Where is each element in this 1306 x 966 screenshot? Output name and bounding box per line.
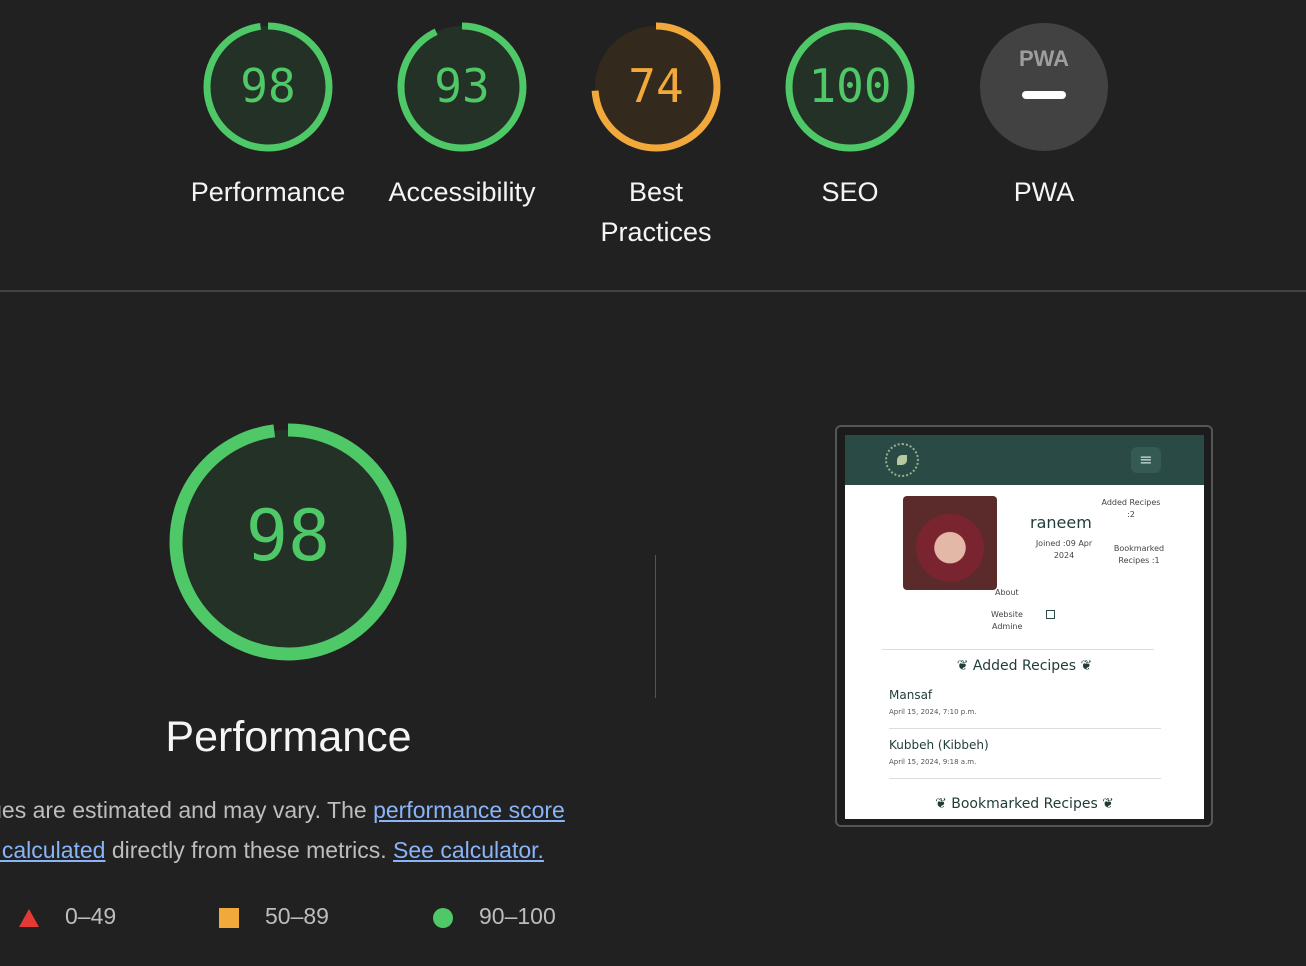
- gauge-seo-label: SEO: [821, 177, 879, 207]
- bookmarked-recipes-count: Bookmarked Recipes :1: [1113, 544, 1165, 565]
- divider: [889, 728, 1161, 729]
- gauge-best-practices-label-line1: Best: [628, 177, 684, 207]
- recipe-date: April 15, 2024, 7:10 p.m.: [889, 708, 977, 716]
- pwa-badge-text: PWA: [1019, 46, 1069, 71]
- gauge-accessibility-score: 93: [434, 59, 489, 113]
- recipe-date: April 15, 2024, 9:18 a.m.: [889, 758, 977, 766]
- gauge-pwa[interactable]: PWA PWA: [949, 22, 1139, 212]
- gauge-accessibility-label: Accessibility: [388, 177, 536, 207]
- recipe-title: Mansaf: [889, 688, 933, 702]
- screenshot-page: ≡ raneem Joined :09 Apr 2024 Added Recip…: [845, 435, 1204, 819]
- legend-fail: 0–49: [18, 903, 116, 930]
- square-icon: [219, 907, 239, 928]
- gauge-seo[interactable]: 100 SEO: [755, 22, 945, 212]
- website-label: Website: [991, 610, 1023, 619]
- section-divider: [0, 290, 1306, 292]
- profile-username: raneem: [1030, 513, 1092, 532]
- divider: [889, 778, 1161, 779]
- bookmarked-recipes-heading-text: Bookmarked Recipes: [951, 796, 1098, 812]
- gauge-seo-ring: 100: [785, 22, 915, 152]
- pwa-dash-icon: [1022, 91, 1066, 99]
- gauge-best-practices-score: 74: [628, 59, 683, 113]
- gauge-best-practices-label: Best Practices: [561, 172, 751, 252]
- avatar: [903, 496, 997, 590]
- final-screenshot[interactable]: ≡ raneem Joined :09 Apr 2024 Added Recip…: [835, 425, 1213, 827]
- performance-score-link[interactable]: performance score: [373, 797, 565, 823]
- see-calculator-link[interactable]: See calculator.: [393, 837, 544, 863]
- legend-fail-range: 0–49: [65, 903, 117, 929]
- gauge-accessibility-ring: 93: [397, 22, 527, 152]
- added-recipes-heading: ❦ Added Recipes ❦: [956, 658, 1093, 674]
- gauge-performance-ring: 98: [203, 22, 333, 152]
- added-recipes-count: Added Recipes :2: [1101, 498, 1161, 519]
- performance-main-gauge: 98: [169, 423, 407, 661]
- gauge-performance[interactable]: 98 Performance: [173, 22, 363, 212]
- gauge-best-practices-label-line2: Practices: [600, 217, 712, 247]
- site-logo-icon: [885, 443, 919, 477]
- score-calculated-link[interactable]: s calculated: [0, 837, 105, 863]
- hamburger-menu-icon: ≡: [1131, 447, 1161, 473]
- desc-prefix: lues are estimated and may vary. The: [0, 797, 374, 823]
- triangle-icon: [19, 908, 39, 927]
- pwa-badge-icon: PWA: [980, 23, 1108, 151]
- added-recipes-heading-text: Added Recipes: [972, 658, 1077, 674]
- site-navbar: ≡: [845, 435, 1204, 485]
- legend-average: 50–89: [218, 903, 329, 930]
- gauge-best-practices-ring: 74: [591, 22, 721, 152]
- vertical-divider: [655, 555, 656, 698]
- recipe-title: Kubbeh (Kibbeh): [889, 738, 989, 752]
- gauge-best-practices[interactable]: 74 Best Practices: [561, 22, 751, 252]
- edit-icon: [1046, 610, 1055, 619]
- desc-middle: directly from these metrics.: [105, 837, 394, 863]
- about-label: About: [995, 588, 1019, 597]
- legend-pass-range: 90–100: [479, 903, 556, 929]
- profile-joined: Joined :09 Apr 2024: [1035, 539, 1093, 560]
- performance-main-score: 98: [246, 495, 330, 577]
- gauge-accessibility[interactable]: 93 Accessibility: [367, 22, 557, 212]
- legend-average-range: 50–89: [265, 903, 329, 929]
- gauge-seo-score: 100: [808, 59, 891, 113]
- performance-description: lues are estimated and may vary. The per…: [0, 790, 624, 870]
- legend-pass: 90–100: [432, 903, 556, 930]
- admin-label: Admine: [992, 622, 1023, 631]
- bookmarked-recipes-heading: ❦ Bookmarked Recipes ❦: [935, 796, 1114, 812]
- circle-icon: [433, 907, 453, 928]
- gauge-pwa-label: PWA: [1013, 177, 1075, 207]
- performance-title: Performance: [165, 713, 412, 761]
- gauge-performance-label: Performance: [190, 177, 346, 207]
- gauge-performance-score: 98: [240, 59, 295, 113]
- divider: [882, 649, 1154, 650]
